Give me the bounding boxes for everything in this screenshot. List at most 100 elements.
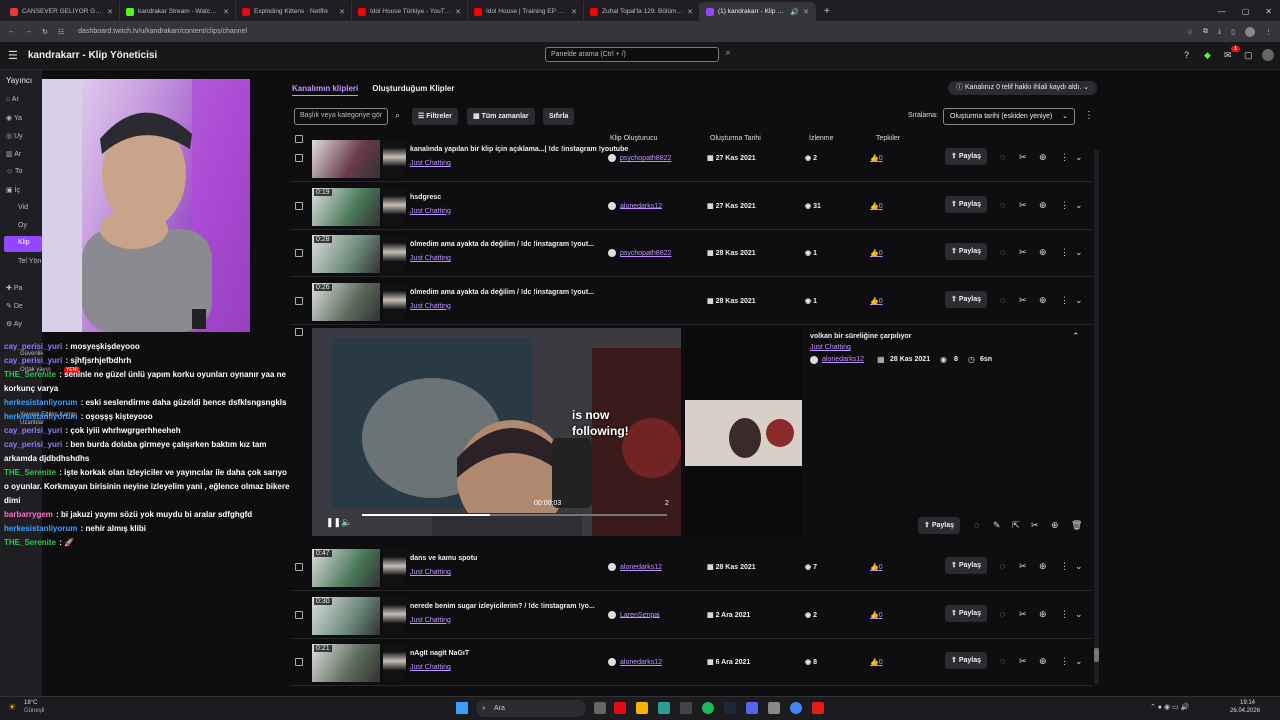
table-row[interactable]: 0:21 nAgIt nagIt NaGıT Just Chatting aloned…	[290, 639, 1092, 686]
chrome-icon[interactable]	[790, 702, 802, 714]
clip-creator[interactable]: psychopath8822	[608, 154, 671, 162]
share-button[interactable]: ⇪ Paylaş	[945, 652, 987, 669]
table-row[interactable]: 0:47 dans ve kamu spotu Just Chatting alone…	[290, 544, 1092, 591]
extensions-icon[interactable]: ⧉	[1203, 28, 1208, 36]
clip-reactions[interactable]: 👍0	[870, 658, 883, 666]
filters-button[interactable]: ☰ Filtreler	[412, 108, 458, 125]
share-button[interactable]: ⇪ Paylaş	[945, 557, 987, 574]
sidebar-item[interactable]: ◎ Uy	[6, 132, 23, 140]
scissors-icon[interactable]: ✂	[1019, 561, 1027, 572]
volume-icon[interactable]: 🔈	[341, 517, 352, 528]
share-button[interactable]: ⇪ Paylaş	[918, 517, 960, 534]
close-icon[interactable]: ✕	[687, 8, 693, 16]
row-checkbox[interactable]	[295, 201, 303, 210]
more-icon[interactable]: ⋮	[1060, 200, 1069, 211]
reset-button[interactable]: Sıfırla	[543, 108, 575, 125]
clip-category[interactable]: Just Chatting	[410, 160, 451, 167]
sidepanel-icon[interactable]: ▯	[1231, 28, 1235, 36]
maximize-button[interactable]: ▢	[1234, 2, 1258, 21]
url-field[interactable]: dashboard.twitch.tv/u/kandrakarr/content…	[74, 24, 1177, 39]
loading-icon[interactable]: ◌	[1000, 247, 1005, 257]
site-info-icon[interactable]: ☷	[58, 28, 64, 36]
row-checkbox[interactable]	[295, 296, 303, 305]
sidebar-item[interactable]: ▣ İç	[6, 186, 20, 194]
add-icon[interactable]: ⊕	[1039, 609, 1047, 620]
clip-reactions[interactable]: 👍0	[870, 202, 883, 210]
chevron-down-icon[interactable]: ⌄	[1075, 609, 1083, 620]
share-button[interactable]: ⇪ Paylaş	[945, 243, 987, 260]
more-icon[interactable]: ⋮	[1060, 295, 1069, 306]
clip-reactions[interactable]: 👍0	[870, 563, 883, 571]
more-icon[interactable]: ⋮	[1060, 609, 1069, 620]
bits-icon[interactable]: ◆	[1204, 50, 1211, 61]
scrollbar-thumb[interactable]	[1094, 648, 1099, 662]
add-icon[interactable]: ⊕	[1039, 247, 1047, 258]
sidebar-item-collections[interactable]: Oy	[18, 222, 27, 229]
close-icon[interactable]: ✕	[223, 8, 229, 16]
more-icon[interactable]: ⋮	[1084, 110, 1094, 121]
new-tab-button[interactable]: +	[816, 2, 838, 21]
collapse-icon[interactable]: ⌃	[1072, 331, 1080, 342]
open-external-icon[interactable]: ⇱	[1012, 520, 1020, 531]
whispers-icon[interactable]: ▢	[1244, 50, 1253, 61]
clip-reactions[interactable]: 👍0	[870, 611, 883, 619]
browser-tab-7[interactable]: (1) kandrakarr - Klip Yönetic🔊✕	[700, 2, 816, 21]
search-icon[interactable]: ⌕	[721, 47, 735, 62]
clip-creator[interactable]: alonedarks12	[822, 356, 864, 363]
close-window-button[interactable]: ✕	[1257, 2, 1280, 21]
user-avatar[interactable]	[1262, 49, 1274, 61]
sidebar-item[interactable]: ◉ Ya	[6, 114, 22, 122]
scrollbar[interactable]	[1094, 150, 1099, 684]
clip-category[interactable]: Just Chatting	[810, 344, 851, 351]
tab-created-clips[interactable]: Oluşturduğum Klipler	[372, 84, 454, 96]
tab-channel-clips[interactable]: Kanalımın klipleri	[292, 84, 359, 96]
download-icon[interactable]: ⤓	[1218, 28, 1221, 36]
browser-tab-2[interactable]: kandrakar Stream - Watch Live ✕	[120, 2, 236, 21]
scissors-icon[interactable]: ✂	[1019, 200, 1027, 211]
browser-tab-4[interactable]: Idol House Türkiye - YouTube ✕	[352, 2, 468, 21]
more-icon[interactable]: ⋮	[1060, 561, 1069, 572]
table-row[interactable]: 0:26 ölmedim ama ayakta da değilim / !dc …	[290, 278, 1092, 325]
file-explorer-icon[interactable]	[636, 702, 648, 714]
close-icon[interactable]: ✕	[455, 8, 461, 16]
clip-reactions[interactable]: 👍0	[870, 154, 883, 162]
chevron-down-icon[interactable]: ⌄	[1075, 200, 1083, 211]
loading-icon[interactable]: ◌	[1000, 200, 1005, 210]
minimize-button[interactable]: —	[1210, 2, 1234, 21]
more-icon[interactable]: ⋮	[1060, 152, 1069, 163]
copyright-notice[interactable]: ⓘ Kanalınız 0 telif hakkı ihlali kaydı a…	[948, 81, 1098, 95]
clip-category[interactable]: Just Chatting	[410, 208, 451, 215]
more-icon[interactable]: ⋮	[1060, 656, 1069, 667]
sidebar-item[interactable]: ✎ De	[6, 302, 23, 310]
app-icon[interactable]	[812, 702, 824, 714]
clip-reactions[interactable]: 👍0	[870, 297, 883, 305]
clip-creator[interactable]: psychopath8822	[608, 249, 671, 257]
profile-avatar[interactable]	[1245, 26, 1255, 37]
chevron-down-icon[interactable]: ⌄	[1075, 656, 1083, 667]
sidebar-item[interactable]: ☺ To	[6, 168, 22, 175]
table-row[interactable]: 0:30 nerede benim sugar izleyicilerim? / …	[290, 592, 1092, 639]
notifications-icon[interactable]: ✉	[1224, 50, 1232, 61]
back-icon[interactable]: ←	[8, 28, 15, 35]
reload-icon[interactable]: ↻	[42, 28, 48, 36]
clip-video-player[interactable]: is now following! 00:00:03 2 ❚❚ 🔈	[312, 328, 681, 536]
chevron-down-icon[interactable]: ⌄	[1075, 152, 1083, 163]
chevron-down-icon[interactable]: ⌄	[1075, 247, 1083, 258]
scissors-icon[interactable]: ✂	[1019, 152, 1027, 163]
sidebar-item-clips[interactable]: Klip	[4, 236, 42, 252]
all-time-button[interactable]: ▦ Tüm zamanlar	[467, 108, 535, 125]
video-progress-track[interactable]	[362, 514, 667, 516]
netflix-icon[interactable]	[614, 702, 626, 714]
row-checkbox[interactable]	[295, 658, 303, 666]
sort-select[interactable]: Oluşturma tarihi (eskiden yeniye) ⌄	[943, 108, 1075, 125]
loading-icon[interactable]: ◌	[1000, 609, 1005, 619]
scissors-icon[interactable]: ✂	[1019, 656, 1027, 667]
discord-icon[interactable]	[746, 702, 758, 714]
sidebar-item[interactable]: ⌂ Ar	[6, 96, 19, 103]
browser-tab-3[interactable]: Exploding Kittens · Netflix ✕	[236, 2, 352, 21]
share-button[interactable]: ⇪ Paylaş	[945, 604, 987, 622]
trash-icon[interactable]: 🗑	[1071, 520, 1082, 531]
edge-icon[interactable]	[658, 702, 670, 714]
scissors-icon[interactable]: ✂	[1019, 247, 1027, 258]
share-button[interactable]: ⇪ Paylaş	[945, 195, 987, 213]
